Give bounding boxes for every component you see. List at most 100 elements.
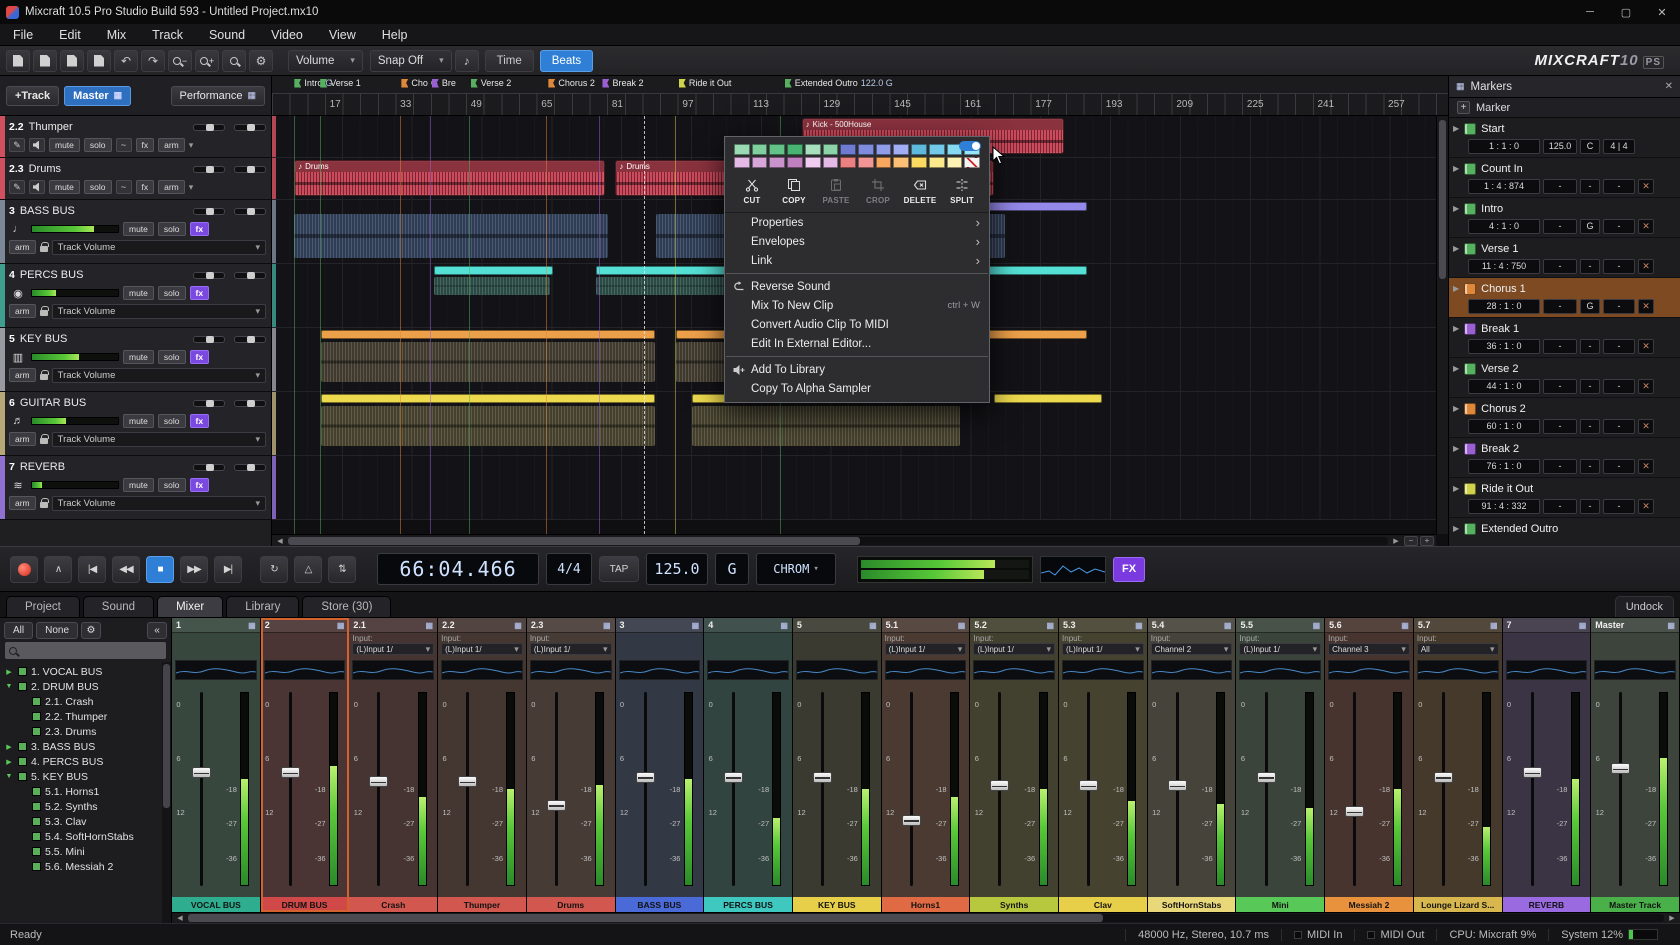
strip-name-label[interactable]: Mini [1236, 897, 1324, 912]
marker-item-chorus-1[interactable]: ▶Chorus 128 : 1 : 0-G-✕ [1449, 278, 1680, 318]
tree-vscrollbar[interactable] [162, 662, 171, 923]
marker-position[interactable]: 91 : 4 : 332 [1468, 499, 1540, 514]
track-pan-slider[interactable] [234, 166, 266, 173]
marker-play-icon[interactable]: ▶ [1453, 124, 1459, 133]
track-pan-slider[interactable] [234, 336, 266, 343]
no-color-swatch[interactable] [964, 157, 980, 168]
strip-grid-icon[interactable]: ▦ [1667, 621, 1675, 630]
marker-play-icon[interactable]: ▶ [1453, 164, 1459, 173]
color-swatch[interactable] [893, 144, 909, 155]
strip-eq-display[interactable] [352, 660, 434, 680]
marker-position[interactable]: 1 : 4 : 874 [1468, 179, 1540, 194]
tree-item-5-key-bus[interactable]: ▼5. KEY BUS [0, 769, 171, 784]
new-project-icon[interactable] [6, 50, 30, 72]
show-all-button[interactable]: All [4, 622, 33, 639]
mixer-strip-2[interactable]: 2▦0612-18-27-36DRUM BUS [261, 618, 350, 912]
mixer-hscrollbar[interactable]: ◀ ▶ [172, 912, 1680, 923]
strip-eq-display[interactable] [1328, 660, 1410, 680]
marker-field[interactable]: - [1580, 379, 1600, 394]
arm-button[interactable]: arm [9, 240, 36, 254]
tree-item-3-bass-bus[interactable]: ▶3. BASS BUS [0, 739, 171, 754]
strip-eq-display[interactable] [973, 660, 1055, 680]
track-pan-slider[interactable] [234, 464, 266, 471]
track-volume-slider[interactable] [193, 208, 225, 215]
strip-grid-icon[interactable]: ▦ [337, 621, 345, 630]
record-button[interactable] [10, 556, 38, 583]
automation-type-toolbar-select[interactable]: Volume▾ [288, 50, 363, 72]
color-swatch[interactable] [876, 144, 892, 155]
split-button[interactable]: SPLIT [941, 175, 983, 208]
marker-field[interactable]: G [1580, 219, 1600, 234]
strip-name-label[interactable]: Crash [349, 897, 437, 912]
track-row-percs-bus[interactable]: 4PERCS BUS◉mutesolofxarmTrack Volume▾ [0, 264, 271, 328]
markers-close-icon[interactable]: ✕ [1665, 81, 1673, 92]
marker-delete-button[interactable]: ✕ [1638, 499, 1654, 514]
color-swatch[interactable] [734, 144, 750, 155]
color-swatch[interactable] [823, 157, 839, 168]
solo-button[interactable]: solo [158, 350, 186, 364]
strip-name-label[interactable]: Synths [970, 897, 1058, 912]
marker-color-chip[interactable] [1464, 283, 1476, 295]
strip-name-label[interactable]: Master Track [1591, 897, 1679, 912]
input-select[interactable]: (L)Input 1/▾ [885, 643, 967, 655]
strip-name-label[interactable]: DRUM BUS [261, 897, 349, 912]
cut-button[interactable]: CUT [731, 175, 773, 208]
marker-field[interactable]: - [1543, 419, 1577, 434]
track-pan-slider[interactable] [234, 272, 266, 279]
marker-color-chip[interactable] [1464, 443, 1476, 455]
close-button[interactable]: ✕ [1644, 0, 1680, 24]
mixer-strip-5-3[interactable]: 5.3▦Input:(L)Input 1/▾0612-18-27-36Clav [1059, 618, 1148, 912]
volume-fader[interactable] [1168, 780, 1187, 791]
marker-field[interactable]: 125.0 [1543, 139, 1577, 154]
fx-button[interactable]: fx [190, 478, 210, 492]
color-swatch[interactable] [911, 157, 927, 168]
marker-field[interactable]: - [1603, 499, 1635, 514]
menu-pin-toggle[interactable] [959, 141, 981, 151]
rewind-button[interactable]: ◀◀ [112, 556, 140, 583]
strip-name-label[interactable]: REVERB [1503, 897, 1591, 912]
tree-item-2-1-crash[interactable]: 2.1. Crash [0, 694, 171, 709]
marker-play-icon[interactable]: ▶ [1453, 284, 1459, 293]
scroll-right-icon[interactable]: ▶ [1390, 537, 1402, 545]
marker-color-chip[interactable] [1464, 483, 1476, 495]
scale-mode-display[interactable]: CHROM▾ [756, 553, 836, 585]
chevron-down-icon[interactable]: ▼ [4, 773, 14, 780]
input-select[interactable]: (L)Input 1/▾ [352, 643, 434, 655]
track-pan-slider[interactable] [234, 208, 266, 215]
color-swatch[interactable] [840, 157, 856, 168]
fx-button[interactable]: fx [136, 180, 155, 194]
strip-grid-icon[interactable]: ▦ [958, 621, 966, 630]
strip-name-label[interactable]: Clav [1059, 897, 1147, 912]
track-row-drums[interactable]: 2.3Drums✎mutesolo~fxarm▾ [0, 158, 271, 200]
menu-item-edit-in-external-editor[interactable]: Edit In External Editor... [725, 334, 989, 353]
go-to-end-button[interactable]: ▶| [214, 556, 242, 583]
undo-icon[interactable]: ↶ [114, 50, 138, 72]
marker-item-verse-2[interactable]: ▶Verse 244 : 1 : 0---✕ [1449, 358, 1680, 398]
automation-type-select[interactable]: Track Volume▾ [52, 432, 266, 447]
marker-color-chip[interactable] [1464, 243, 1476, 255]
strip-name-label[interactable]: VOCAL BUS [172, 897, 260, 912]
marker-play-icon[interactable]: ▶ [1453, 364, 1459, 373]
volume-fader[interactable] [1345, 806, 1364, 817]
menu-item-add-to-library[interactable]: Add To Library [725, 360, 989, 379]
mixer-strip-5-6[interactable]: 5.6▦Input:Channel 3▾0612-18-27-36Messiah… [1325, 618, 1414, 912]
monitor-speaker-icon[interactable] [29, 138, 45, 152]
snap-note-icon[interactable]: ♪ [455, 50, 479, 72]
snap-select[interactable]: Snap Off▾ [370, 50, 452, 72]
marker-field[interactable]: - [1543, 219, 1577, 234]
metronome-button[interactable]: △ [294, 556, 322, 583]
mixer-strip-5-5[interactable]: 5.5▦Input:(L)Input 1/▾0612-18-27-36Mini [1236, 618, 1325, 912]
color-swatch[interactable] [840, 144, 856, 155]
marker-item-break-2[interactable]: ▶Break 276 : 1 : 0---✕ [1449, 438, 1680, 478]
menu-edit[interactable]: Edit [46, 24, 94, 45]
strip-grid-icon[interactable]: ▦ [869, 621, 877, 630]
arm-button[interactable]: arm [9, 496, 36, 510]
tree-item-1-vocal-bus[interactable]: ▶1. VOCAL BUS [0, 664, 171, 679]
menu-item-properties[interactable]: Properties› [725, 213, 989, 232]
volume-fader[interactable] [1611, 763, 1630, 774]
marker-delete-button[interactable]: ✕ [1638, 219, 1654, 234]
ruler-bar-numbers[interactable]: 1733496581971131291451611771932092252412… [272, 93, 1448, 115]
mute-button[interactable]: mute [123, 414, 154, 428]
ruler-marker-flag-chorus-2[interactable]: Chorus 2 [548, 78, 595, 88]
tab-store-30[interactable]: Store (30) [302, 596, 391, 617]
